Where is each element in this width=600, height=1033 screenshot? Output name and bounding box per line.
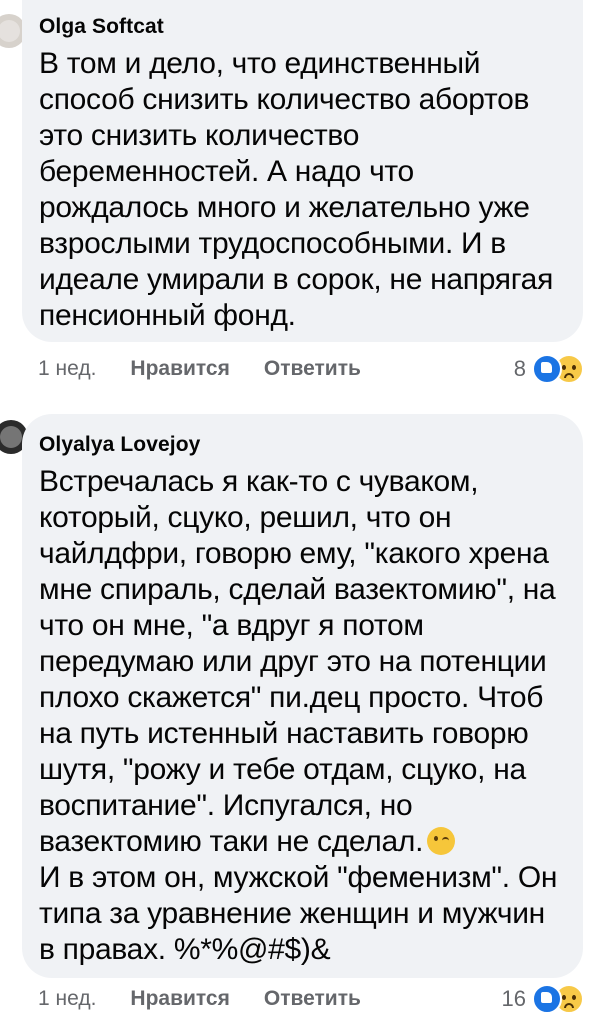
comment-text: В том и дело, что единственный способ сн… [39, 47, 554, 332]
reaction-count: 8 [513, 356, 526, 381]
comment-bubble: Olga Softcat В том и дело, что единствен… [22, 0, 583, 342]
like-button[interactable]: Нравится [130, 357, 229, 381]
comment-actions: 1 нед. Нравится Ответить [38, 985, 361, 1013]
wink-emoji-icon [427, 827, 456, 855]
like-button[interactable]: Нравится [130, 987, 229, 1011]
comment-author[interactable]: Olga Softcat [39, 14, 563, 40]
comment-time[interactable]: 1 нед. [38, 987, 96, 1011]
comment-text-part1: Встречалась я как-то с чуваком, который,… [39, 465, 556, 858]
like-icon [532, 984, 562, 1014]
comment-text-part2: И в этом он, мужской "феменизм". Он типа… [39, 861, 558, 966]
comment-time[interactable]: 1 нед. [38, 357, 96, 381]
reaction-count: 16 [501, 986, 526, 1011]
reaction-summary[interactable]: 8 [514, 354, 584, 384]
like-icon [532, 354, 562, 384]
comment-actions: 1 нед. Нравится Ответить [38, 355, 361, 383]
comment-author[interactable]: Olyalya Lovejoy [39, 432, 563, 458]
reply-button[interactable]: Ответить [264, 987, 361, 1011]
comment-bubble: Olyalya Lovejoy Встречалась я как-то с ч… [22, 414, 583, 978]
reply-button[interactable]: Ответить [264, 357, 361, 381]
reaction-summary[interactable]: 16 [502, 984, 584, 1014]
comment-text: Встречалась я как-то с чуваком, который,… [39, 464, 563, 968]
